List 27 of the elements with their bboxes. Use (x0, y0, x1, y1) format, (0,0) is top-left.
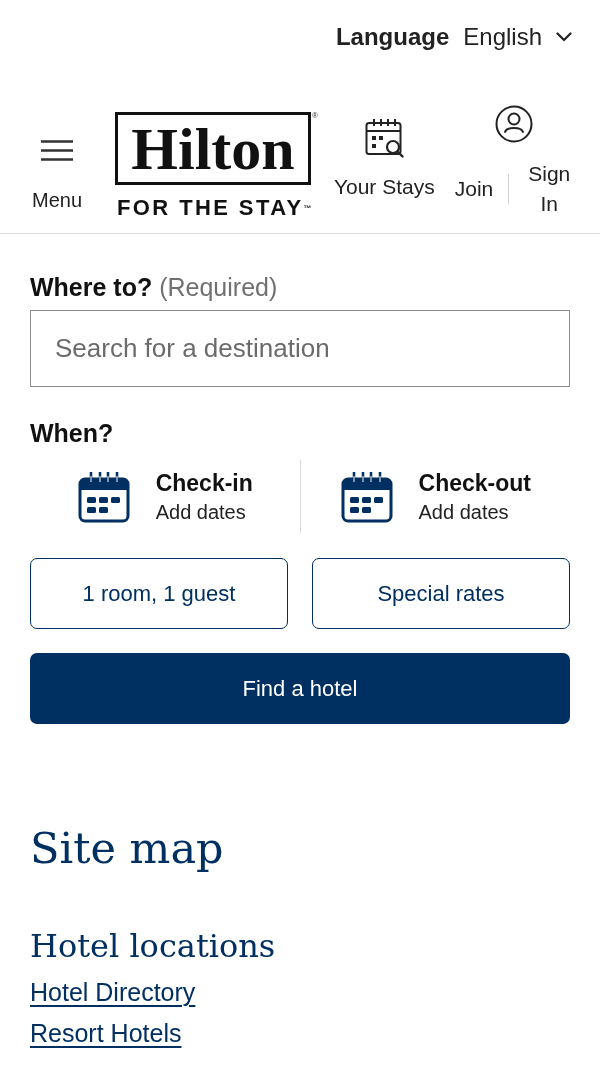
find-hotel-button[interactable]: Find a hotel (30, 653, 570, 724)
calendar-icon (76, 469, 131, 524)
rooms-guests-button[interactable]: 1 room, 1 guest (30, 558, 288, 629)
registered-mark: ® (312, 112, 318, 120)
section-heading: Hotel locations (30, 926, 277, 966)
sign-in-link[interactable]: Sign In (524, 159, 575, 219)
destination-label: Where to? (Required) (30, 272, 279, 303)
menu-icon (41, 140, 73, 161)
site-map-link[interactable]: Resort Hotels (30, 1013, 182, 1054)
calendar-search-icon (364, 118, 404, 158)
site-map-link[interactable]: Hotel Directory (30, 972, 196, 1013)
chevron-down-icon (556, 32, 572, 42)
calendar-icon (339, 469, 394, 524)
check-in-button[interactable]: Check-in Add dates (76, 467, 253, 526)
logo-tagline: FOR THE STAY$^{™}$ (117, 195, 313, 221)
language-select[interactable]: English (463, 20, 572, 54)
your-stays-link[interactable]: Your Stays (333, 118, 435, 201)
check-out-button[interactable]: Check-out Add dates (339, 467, 531, 526)
logo-wordmark[interactable]: Hilton (115, 112, 311, 185)
when-label: When? (30, 418, 115, 449)
special-rates-button[interactable]: Special rates (312, 558, 570, 629)
menu-button[interactable]: Menu (26, 140, 88, 211)
language-label: Language (335, 22, 450, 52)
destination-field[interactable]: Search for a destination (30, 310, 570, 387)
account-icon (495, 105, 534, 143)
site-map-heading: Site map (30, 822, 225, 875)
join-link[interactable]: Join (454, 174, 494, 204)
